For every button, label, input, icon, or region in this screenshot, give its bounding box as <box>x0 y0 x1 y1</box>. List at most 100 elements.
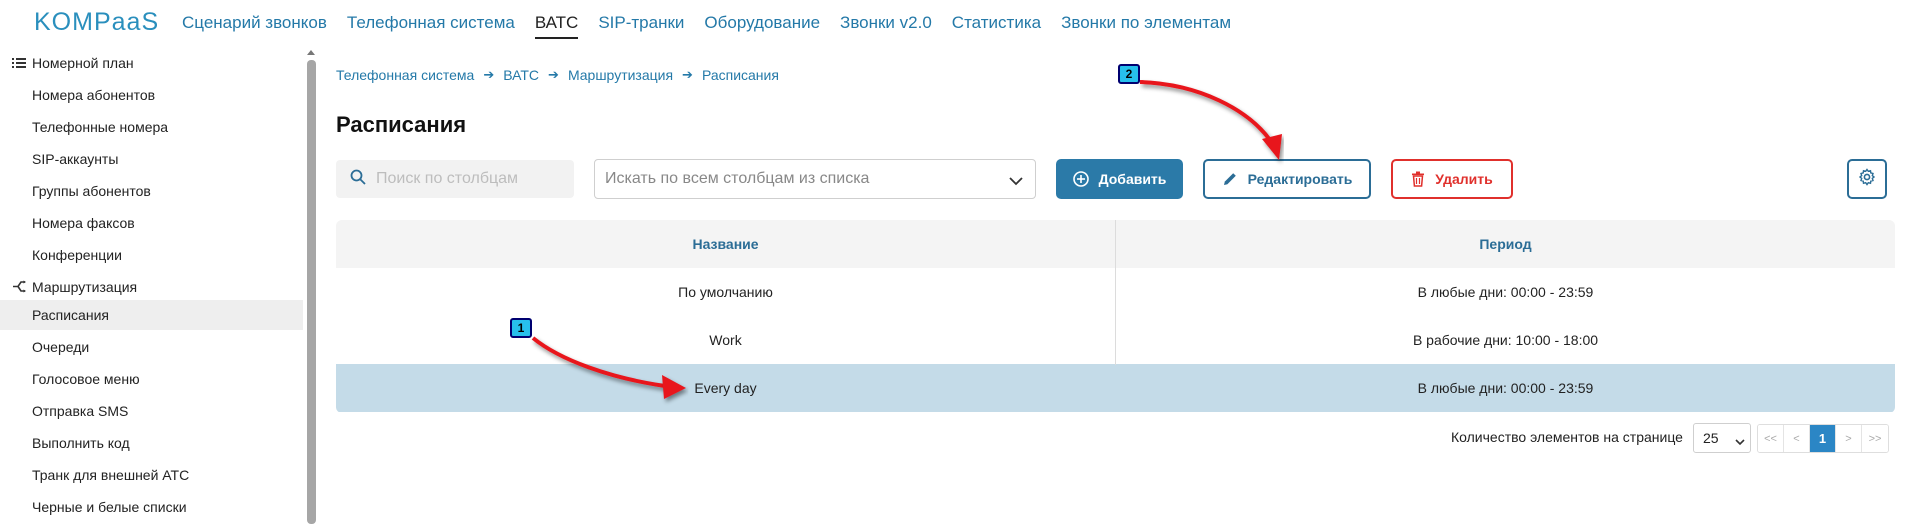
sidebar-item-label: SIP-аккаунты <box>32 151 119 167</box>
cell-name: По умолчанию <box>678 284 773 300</box>
sidebar-item-label: Расписания <box>32 307 109 323</box>
sidebar-item-label: Черные и белые списки <box>32 499 187 515</box>
sidebar-item-send-sms[interactable]: Отправка SMS <box>0 396 303 426</box>
edit-button[interactable]: Редактировать <box>1203 159 1371 199</box>
breadcrumb: Телефонная система ➔ ВАТС ➔ Маршрутизаци… <box>336 67 779 83</box>
sidebar-item-schedules[interactable]: Расписания <box>0 300 303 330</box>
sidebar-item-queues[interactable]: Очереди <box>0 332 303 362</box>
plus-circle-icon <box>1072 171 1089 187</box>
top-navigation-bar: KOMPaaS Сценарий звонков Телефонная сист… <box>0 0 1912 44</box>
sidebar: Номерной план Номера абонентов Телефонны… <box>0 48 308 524</box>
annotation-arrow-2 <box>1139 80 1272 142</box>
schedules-table: Название Период По умолчанию В любые дни… <box>336 220 1895 413</box>
breadcrumb-phone-system[interactable]: Телефонная система <box>336 67 474 83</box>
nav-phone-system[interactable]: Телефонная система <box>347 13 515 39</box>
sidebar-scroll-thumb[interactable] <box>307 60 316 524</box>
sidebar-item-voice-menu[interactable]: Голосовое меню <box>0 364 303 394</box>
logo-text-end: S <box>141 8 160 36</box>
kompas-logo[interactable]: KOMPaaS <box>34 8 159 37</box>
add-button[interactable]: Добавить <box>1056 159 1183 199</box>
search-icon <box>350 169 366 190</box>
cell-period: В рабочие дни: 10:00 - 18:00 <box>1412 332 1599 348</box>
column-select-placeholder: Искать по всем столбцам из списка <box>605 170 870 187</box>
nav-calls-v2[interactable]: Звонки v2.0 <box>840 13 932 39</box>
page-size-value: 25 <box>1703 430 1719 446</box>
delete-button[interactable]: Удалить <box>1391 159 1513 199</box>
logo-text-mid: aa <box>111 8 142 36</box>
sidebar-item-label: Группы абонентов <box>32 183 151 199</box>
sidebar-group-routing[interactable]: Маршрутизация <box>0 272 303 302</box>
nav-equipment[interactable]: Оборудование <box>704 13 820 39</box>
annotation-arrowhead-2 <box>1262 134 1282 160</box>
pagination: << < 1 > >> <box>1757 424 1889 453</box>
sidebar-item-label: Выполнить код <box>32 435 130 451</box>
arrow-right-icon: ➔ <box>483 67 495 82</box>
page-size-label: Количество элементов на странице <box>1451 429 1683 445</box>
cell-period: В любые дни: 00:00 - 23:59 <box>1417 284 1594 300</box>
cell-name: Every day <box>694 380 757 396</box>
sidebar-item-label: Отправка SMS <box>32 403 129 419</box>
breadcrumb-schedules[interactable]: Расписания <box>702 67 779 83</box>
nav-statistics[interactable]: Статистика <box>952 13 1041 39</box>
table-row-selected[interactable]: Every day В любые дни: 00:00 - 23:59 <box>336 364 1895 412</box>
chevron-down-icon <box>1009 173 1023 191</box>
gear-icon <box>1858 167 1876 191</box>
cell-name: Work <box>709 332 742 348</box>
scroll-up-arrow-icon[interactable] <box>307 50 315 55</box>
chevron-down-icon <box>1735 433 1745 449</box>
first-page-button[interactable]: << <box>1758 425 1784 452</box>
sidebar-item-external-pbx-trunk[interactable]: Транк для внешней АТС <box>0 460 303 490</box>
sidebar-item-subscriber-groups[interactable]: Группы абонентов <box>0 176 303 206</box>
sidebar-group-number-plan[interactable]: Номерной план <box>0 48 303 78</box>
routing-icon <box>12 280 28 294</box>
sidebar-item-conferences[interactable]: Конференции <box>0 240 303 270</box>
page-1-button[interactable]: 1 <box>1810 425 1836 452</box>
annotation-badge-1: 1 <box>510 318 532 338</box>
page-size-select[interactable]: 25 <box>1693 423 1751 453</box>
logo-text: KOMP <box>34 8 112 36</box>
breadcrumb-routing[interactable]: Маршрутизация <box>568 67 673 83</box>
nav-sip-trunks[interactable]: SIP-транки <box>598 13 684 39</box>
sidebar-item-fax-numbers[interactable]: Номера факсов <box>0 208 303 238</box>
sidebar-item-label: Голосовое меню <box>32 371 140 387</box>
pencil-icon <box>1222 171 1238 187</box>
sidebar-item-label: Телефонные номера <box>32 119 169 135</box>
sidebar-item-label: Номера факсов <box>32 215 135 231</box>
prev-page-button[interactable]: < <box>1784 425 1810 452</box>
column-header-name[interactable]: Название <box>336 220 1115 268</box>
column-divider <box>1115 220 1116 365</box>
column-select-dropdown[interactable]: Искать по всем столбцам из списка <box>594 159 1036 199</box>
delete-button-label: Удалить <box>1435 171 1493 187</box>
add-button-label: Добавить <box>1098 171 1167 187</box>
nav-vats[interactable]: ВАТС <box>534 13 579 39</box>
column-search[interactable] <box>336 160 574 198</box>
nav-call-scenario[interactable]: Сценарий звонков <box>182 13 327 39</box>
sidebar-item-label: Конференции <box>32 247 122 263</box>
sidebar-item-label: Очереди <box>32 339 90 355</box>
page-title: Расписания <box>336 112 467 137</box>
list-icon <box>12 56 28 70</box>
sidebar-item-black-white-lists[interactable]: Черные и белые списки <box>0 492 303 522</box>
annotation-badge-2: 2 <box>1118 64 1140 84</box>
breadcrumb-vats[interactable]: ВАТС <box>503 67 539 83</box>
sidebar-item-phone-numbers[interactable]: Телефонные номера <box>0 112 303 142</box>
sidebar-item-subscriber-numbers[interactable]: Номера абонентов <box>0 80 303 110</box>
sidebar-item-execute-code[interactable]: Выполнить код <box>0 428 303 458</box>
sidebar-item-label: Транк для внешней АТС <box>32 467 190 483</box>
sidebar-item-label: Номерной план <box>32 55 134 71</box>
last-page-button[interactable]: >> <box>1862 425 1888 452</box>
sidebar-item-label: Маршрутизация <box>32 279 138 295</box>
search-input[interactable] <box>376 170 566 188</box>
next-page-button[interactable]: > <box>1836 425 1862 452</box>
nav-calls-by-element[interactable]: Звонки по элементам <box>1061 13 1231 39</box>
arrow-right-icon: ➔ <box>548 67 559 82</box>
cell-period: В любые дни: 00:00 - 23:59 <box>1417 380 1594 396</box>
sidebar-item-label: Номера абонентов <box>32 87 156 103</box>
main-nav: Сценарий звонков Телефонная система ВАТС… <box>182 13 1251 39</box>
column-header-period[interactable]: Период <box>1116 220 1895 268</box>
sidebar-item-sip-accounts[interactable]: SIP-аккаунты <box>0 144 303 174</box>
trash-icon <box>1411 171 1425 187</box>
settings-button[interactable] <box>1847 159 1887 199</box>
edit-button-label: Редактировать <box>1247 171 1353 187</box>
arrow-right-icon: ➔ <box>682 67 693 82</box>
